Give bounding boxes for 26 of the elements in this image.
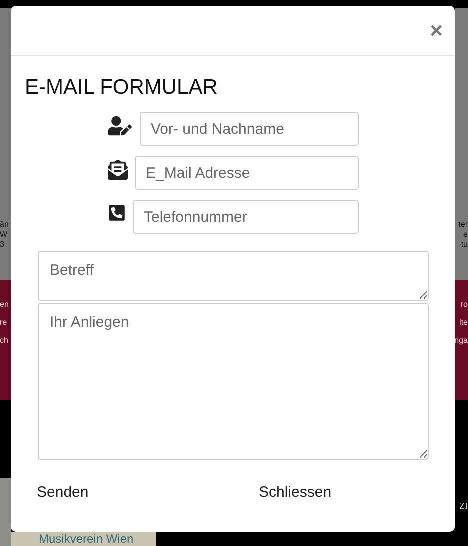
input-field[interactable]: E_Mail Adresse [135,156,359,190]
subject-field[interactable]: Betreff [38,251,429,301]
input-field[interactable]: Telefonnummer [133,200,359,234]
background-text: ZI [460,500,468,513]
input-field[interactable]: Vor- und Nachname [140,112,359,146]
map-label: Musikverein Wien [39,532,134,546]
background-text: en [0,300,9,310]
background-text: re [0,318,8,328]
close-dialog-button[interactable]: Schliessen [259,482,332,504]
background-text: tu [461,240,468,250]
background-text: ter [458,220,468,230]
background-text: nga [454,336,468,346]
background-text: ch [0,336,8,346]
message-field[interactable]: Ihr Anliegen [38,303,429,460]
send-button[interactable]: Senden [37,482,259,504]
background-text: ro [460,300,468,310]
user-pen-icon [108,116,132,136]
background-text: 3 [0,240,4,250]
background-text: e [464,230,468,240]
phone-icon [108,204,126,222]
background-text: W [0,230,8,240]
background-text: än [0,220,9,230]
dialog-title: E-MAIL FORMULAR [25,76,219,100]
background-text: lte [460,318,468,328]
close-button[interactable]: × [430,20,443,42]
envelope-icon [108,160,128,180]
